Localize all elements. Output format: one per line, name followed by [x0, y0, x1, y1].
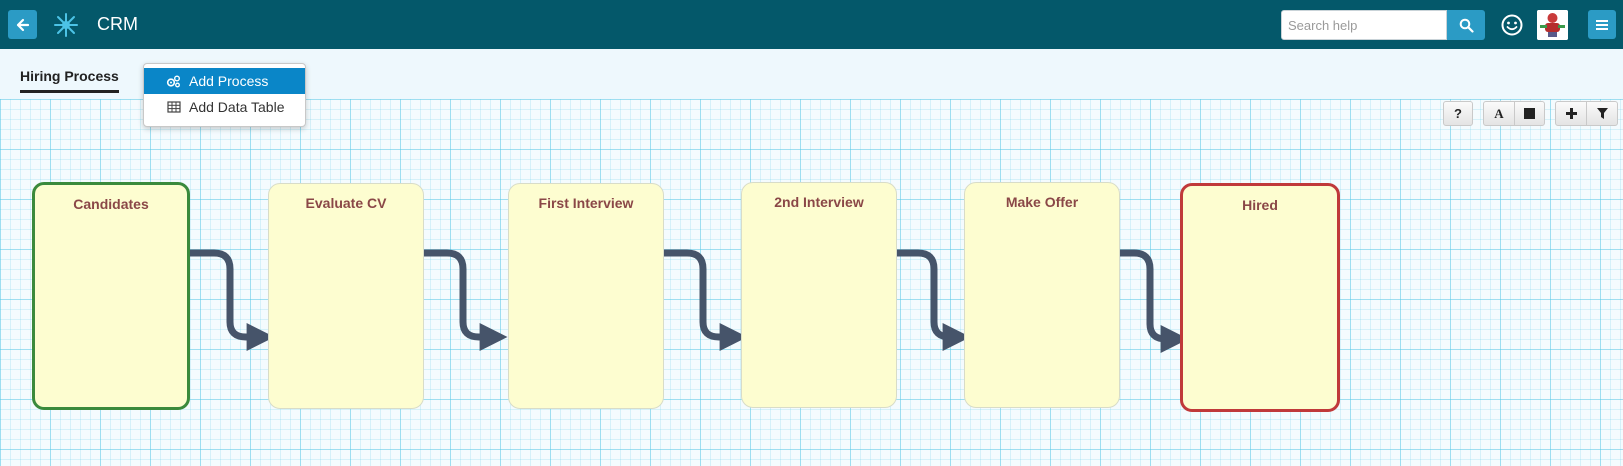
help-icon: ? [1454, 106, 1462, 121]
node-label: Make Offer [1005, 194, 1079, 210]
avatar[interactable] [1537, 10, 1568, 40]
back-button[interactable] [8, 10, 37, 39]
plus-icon [1565, 108, 1577, 119]
smiley-icon[interactable] [1500, 13, 1524, 37]
font-button[interactable]: A [1483, 101, 1515, 126]
arrow-left-icon [16, 18, 29, 31]
menu-item-label: Add Data Table [189, 99, 285, 115]
filter-icon [1596, 108, 1608, 119]
add-button[interactable] [1555, 101, 1587, 126]
search-button[interactable] [1447, 10, 1485, 40]
node-label: Hired [1242, 197, 1278, 213]
menu-item-add-data-table[interactable]: Add Data Table [144, 94, 305, 120]
top-navigation-bar: CRM [0, 0, 1623, 49]
process-node-2nd-interview[interactable]: 2nd Interview [741, 182, 897, 408]
table-icon [166, 101, 181, 114]
shape-button[interactable] [1514, 101, 1545, 126]
font-icon: A [1494, 105, 1504, 121]
menu-item-label: Add Process [189, 73, 269, 89]
search-input[interactable] [1281, 10, 1447, 40]
help-button[interactable]: ? [1443, 101, 1473, 126]
node-label: Candidates [73, 196, 149, 212]
user-avatar-icon [1537, 10, 1568, 40]
process-node-hired[interactable]: Hired [1180, 183, 1340, 412]
process-node-first-interview[interactable]: First Interview [508, 183, 664, 409]
tab-hiring-process[interactable]: Hiring Process [20, 68, 119, 93]
node-label: 2nd Interview [774, 194, 864, 210]
hamburger-menu-icon [1596, 19, 1608, 30]
process-node-candidates[interactable]: Candidates [32, 182, 190, 410]
process-node-evaluate-cv[interactable]: Evaluate CV [268, 183, 424, 409]
node-label: Evaluate CV [305, 195, 387, 211]
app-logo-icon[interactable] [53, 12, 79, 38]
menu-item-add-process[interactable]: Add Process [144, 68, 305, 94]
node-label: First Interview [538, 195, 634, 211]
add-menu-dropdown: Add Process Add Data Table [143, 63, 306, 127]
filter-button[interactable] [1586, 101, 1618, 126]
search-icon [1459, 18, 1474, 33]
app-title: CRM [97, 14, 138, 34]
menu-button[interactable] [1588, 10, 1616, 39]
gears-icon [166, 75, 181, 88]
square-icon [1524, 108, 1535, 119]
process-node-make-offer[interactable]: Make Offer [964, 182, 1120, 408]
